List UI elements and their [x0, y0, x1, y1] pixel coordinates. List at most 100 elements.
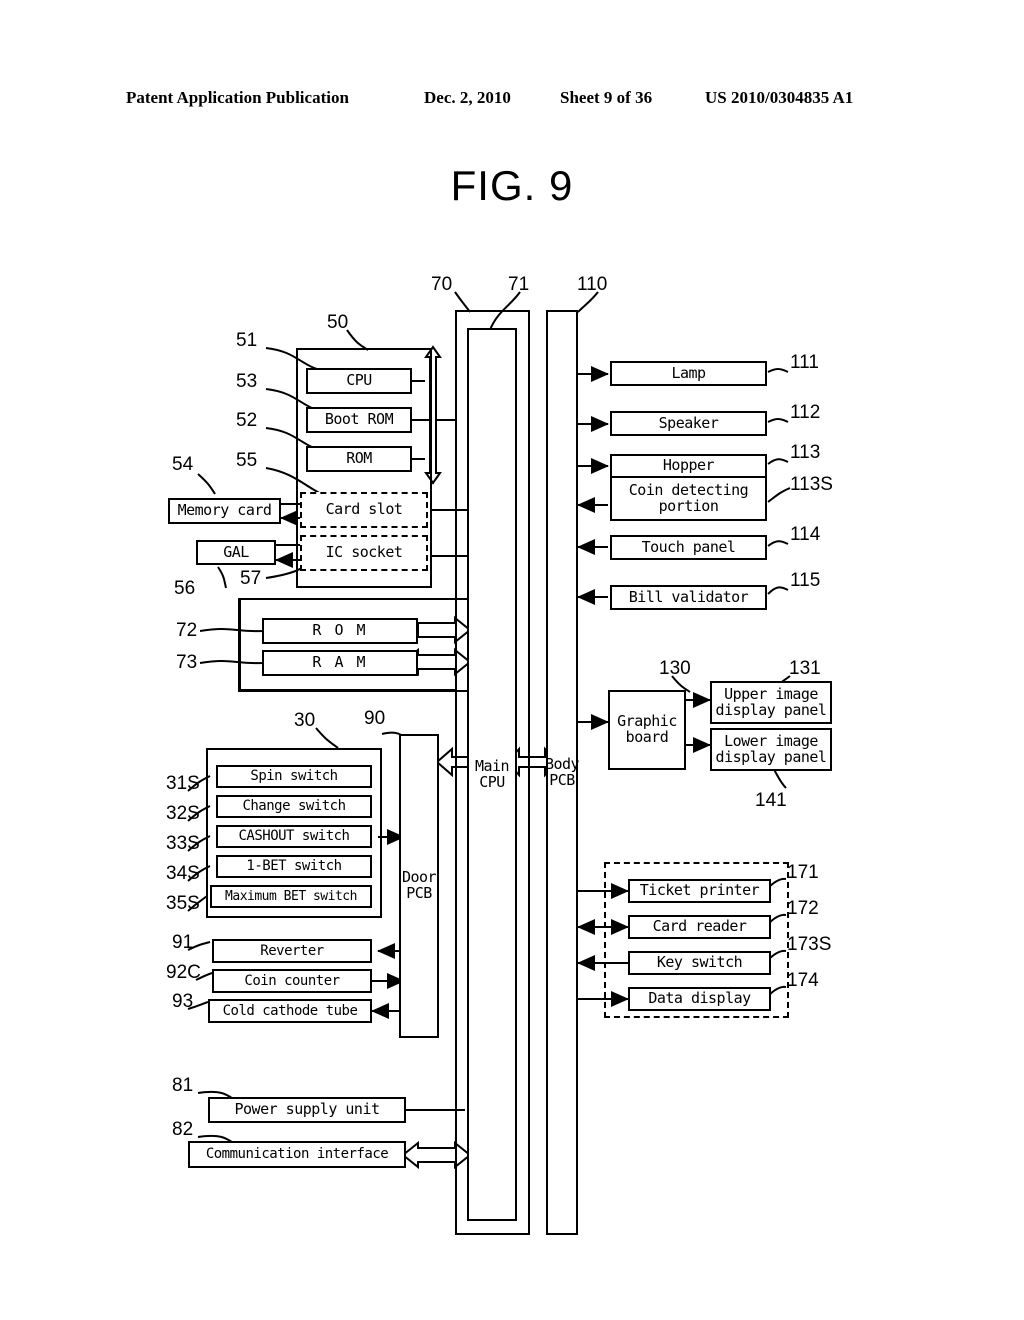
- graphic-board-box: Graphic board: [608, 690, 686, 770]
- graphic-board-line2: board: [625, 728, 669, 746]
- header-publication: Patent Application Publication: [126, 88, 349, 107]
- lamp-box: Lamp: [610, 361, 767, 386]
- communication-interface-label: Communication interface: [205, 1146, 389, 1163]
- body-pcb-line2: PCB: [549, 770, 575, 789]
- ref-71: 71: [508, 274, 530, 295]
- ref-51: 51: [236, 330, 258, 351]
- cpu-label: CPU: [346, 371, 372, 390]
- door-pcb-line2: PCB: [406, 884, 432, 902]
- body-pcb-bar: Body PCB: [545, 310, 580, 1235]
- ref-54: 54: [172, 454, 194, 475]
- one-bet-switch-box: 1-BET switch: [216, 855, 372, 878]
- door-pcb-label: Door PCB: [402, 869, 437, 902]
- ref-91: 91: [172, 932, 194, 953]
- ref-32S: 32S: [166, 803, 200, 824]
- lamp-label: Lamp: [671, 363, 706, 382]
- ref-92C: 92C: [166, 962, 201, 983]
- ref-113S: 113S: [790, 474, 833, 495]
- hopper-box: Hopper: [610, 454, 767, 478]
- memory-group-frame: [238, 598, 470, 692]
- cashout-switch-label: CASHOUT switch: [238, 828, 350, 845]
- rom-label: ROM: [346, 449, 372, 468]
- ref-172: 172: [787, 898, 819, 919]
- ref-112: 112: [790, 402, 821, 423]
- ref-56: 56: [174, 578, 196, 599]
- ref-55: 55: [236, 450, 258, 471]
- ref-111: 111: [790, 352, 819, 373]
- ref-53: 53: [236, 371, 258, 392]
- spin-switch-box: Spin switch: [216, 765, 372, 788]
- ref-82: 82: [172, 1119, 194, 1140]
- coin-counter-box: Coin counter: [212, 969, 372, 993]
- speaker-label: Speaker: [658, 413, 719, 432]
- figure-title: FIG. 9: [450, 162, 574, 209]
- touch-panel-label: Touch panel: [641, 537, 736, 556]
- power-supply-unit-label: Power supply unit: [234, 1100, 380, 1119]
- upper-image-display-panel-box: Upper image display panel: [710, 681, 832, 724]
- ref-93: 93: [172, 991, 194, 1012]
- ram73-box: R A M: [262, 650, 418, 676]
- coin-detecting-portion-box: Coin detecting portion: [610, 478, 767, 521]
- ref-70: 70: [431, 274, 453, 295]
- card-reader-box: Card reader: [628, 915, 771, 939]
- coin-counter-label: Coin counter: [244, 972, 340, 989]
- ref-35S: 35S: [166, 893, 200, 914]
- lower-panel-line2: display panel: [715, 747, 827, 766]
- bill-validator-box: Bill validator: [610, 585, 767, 610]
- main-cpu-bar: Main CPU: [467, 328, 517, 1221]
- main-cpu-line2: CPU: [479, 772, 505, 791]
- ref-131: 131: [789, 658, 821, 679]
- key-switch-label: Key switch: [656, 953, 743, 972]
- cold-cathode-tube-box: Cold cathode tube: [208, 999, 372, 1023]
- header-date: Dec. 2, 2010: [424, 88, 511, 107]
- spin-switch-label: Spin switch: [250, 768, 338, 785]
- cold-cathode-tube-label: Cold cathode tube: [222, 1002, 358, 1019]
- ref-115: 115: [790, 570, 821, 591]
- hopper-label: Hopper: [662, 456, 715, 475]
- ref-173S: 173S: [787, 934, 832, 955]
- gal-box: GAL: [196, 540, 276, 565]
- speaker-box: Speaker: [610, 411, 767, 436]
- ref-81: 81: [172, 1075, 194, 1096]
- bill-validator-label: Bill validator: [628, 587, 749, 606]
- coin-detect-line2: portion: [658, 496, 719, 515]
- one-bet-switch-label: 1-BET switch: [246, 858, 342, 875]
- maximum-bet-switch-label: Maximum BET switch: [225, 888, 357, 904]
- door-pcb-bar: Door PCB: [399, 734, 439, 1038]
- rom-box: ROM: [306, 446, 412, 472]
- header-patent-number: US 2010/0304835 A1: [705, 88, 854, 107]
- ref-171: 171: [787, 862, 819, 883]
- ref-110: 110: [577, 274, 608, 295]
- upper-panel-line2: display panel: [715, 700, 827, 719]
- ref-73: 73: [176, 652, 198, 673]
- ref-90: 90: [364, 708, 386, 729]
- cashout-switch-box: CASHOUT switch: [216, 825, 372, 848]
- patent-sheet: Patent Application Publication Dec. 2, 2…: [0, 0, 1024, 1320]
- touch-panel-box: Touch panel: [610, 535, 767, 560]
- boot-rom-label: Boot ROM: [324, 410, 394, 429]
- ref-174: 174: [787, 970, 819, 991]
- gal-label: GAL: [223, 542, 249, 561]
- key-switch-box: Key switch: [628, 951, 771, 975]
- lower-image-display-panel-box: Lower image display panel: [710, 728, 832, 771]
- card-slot-label: Card slot: [325, 500, 403, 519]
- ref-33S: 33S: [166, 833, 200, 854]
- reverter-label: Reverter: [260, 942, 324, 959]
- ref-34S: 34S: [166, 863, 200, 884]
- rom72-label: R O M: [312, 621, 368, 640]
- data-display-box: Data display: [628, 987, 771, 1011]
- reverter-box: Reverter: [212, 939, 372, 963]
- ref-52: 52: [236, 410, 258, 431]
- ic-socket-label: IC socket: [325, 543, 403, 562]
- card-slot-box: Card slot: [300, 492, 428, 528]
- ticket-printer-label: Ticket printer: [639, 881, 760, 900]
- boot-rom-box: Boot ROM: [306, 407, 412, 433]
- cpu-box: CPU: [306, 368, 412, 394]
- ref-31S: 31S: [166, 773, 200, 794]
- ref-57: 57: [240, 568, 262, 589]
- ram73-label: R A M: [312, 653, 368, 672]
- memory-card-label: Memory card: [177, 501, 272, 520]
- maximum-bet-switch-box: Maximum BET switch: [210, 885, 372, 908]
- rom72-box: R O M: [262, 618, 418, 644]
- ic-socket-box: IC socket: [300, 535, 428, 571]
